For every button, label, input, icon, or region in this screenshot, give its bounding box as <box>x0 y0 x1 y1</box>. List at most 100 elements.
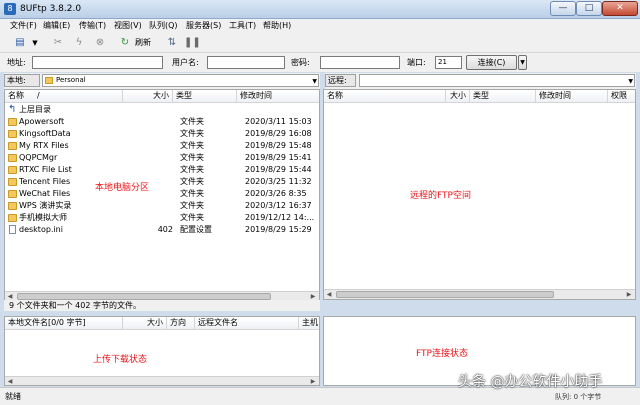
site-manager-icon[interactable]: ▤ <box>12 35 28 51</box>
chevron-down-icon[interactable]: ▼ <box>628 76 633 87</box>
remote-path-label: 远程: <box>325 74 356 87</box>
file-row[interactable]: Apowersoft 文件夹 2020/3/11 15:03 <box>5 116 319 128</box>
maximize-button[interactable]: □ <box>576 1 602 16</box>
ftp-log-annotation: FTP连接状态 <box>416 349 468 359</box>
remote-col-size[interactable]: 大小 <box>446 90 470 103</box>
file-type: 文件夹 <box>180 213 204 222</box>
local-path-input[interactable]: Personal ▼ <box>42 74 319 87</box>
toolbar: ▤ ▼ ✂ ϟ ⊗ ↻ 刷新 ⇅ ❚❚ <box>0 33 640 53</box>
file-row[interactable]: WPS 演讲实录 文件夹 2020/3/12 16:37 <box>5 200 319 212</box>
file-row[interactable]: QQPCMgr 文件夹 2019/8/29 15:41 <box>5 152 319 164</box>
minimize-button[interactable]: — <box>550 1 576 16</box>
file-type: 文件夹 <box>180 201 204 210</box>
file-modified: 2019/8/29 15:44 <box>245 165 312 174</box>
folder-icon <box>8 130 17 138</box>
window-title: 8UFtp 3.8.2.0 <box>20 4 82 14</box>
queue-col-remote[interactable]: 远程文件名 <box>195 317 299 330</box>
scroll-right-icon[interactable]: ▶ <box>624 290 634 299</box>
menu-server[interactable]: 服务器(S) <box>186 20 221 32</box>
remote-file-pane[interactable]: 名称 大小 类型 修改时间 权限 远程的FTP空间 ◀ ▶ <box>323 89 636 300</box>
menu-help[interactable]: 帮助(H) <box>263 20 291 32</box>
file-type: 配置设置 <box>180 225 212 234</box>
queue-pane[interactable]: 本地文件名[0/0 字节] 大小 方向 远程文件名 主机 上传下载状态 ◀ ▶ <box>4 316 320 386</box>
scroll-left-icon[interactable]: ◀ <box>5 377 15 385</box>
file-row[interactable]: RTXC File List 文件夹 2019/8/29 15:44 <box>5 164 319 176</box>
close-button[interactable]: ✕ <box>602 1 638 16</box>
refresh-button[interactable]: 刷新 <box>133 35 153 51</box>
menu-transfer[interactable]: 传输(T) <box>79 20 106 32</box>
pause-icon[interactable]: ❚❚ <box>184 35 201 51</box>
folder-icon <box>8 118 17 126</box>
connect-button[interactable]: 连接(C) <box>466 55 517 70</box>
remote-col-modified[interactable]: 修改时间 <box>536 90 608 103</box>
disconnect-icon[interactable]: ✂ <box>50 35 66 51</box>
password-input[interactable] <box>320 56 400 69</box>
remote-hscrollbar[interactable]: ◀ ▶ <box>324 289 635 299</box>
file-row[interactable]: Tencent Files 文件夹 2020/3/25 11:32 <box>5 176 319 188</box>
remote-col-name[interactable]: 名称 <box>324 90 446 103</box>
address-label: 地址: <box>7 58 26 67</box>
file-icon <box>9 225 16 234</box>
file-row[interactable]: My RTX Files 文件夹 2019/8/29 15:48 <box>5 140 319 152</box>
local-path-bar: 本地: Personal ▼ <box>4 73 320 89</box>
folder-icon <box>45 76 53 84</box>
remote-path-input[interactable]: ▼ <box>359 74 635 87</box>
file-modified: 2020/3/12 16:37 <box>245 201 312 210</box>
folder-icon <box>8 154 17 162</box>
file-modified: 2019/12/12 14:... <box>245 213 315 222</box>
stop-icon[interactable]: ⊗ <box>92 35 108 51</box>
address-input[interactable] <box>32 56 163 69</box>
scroll-thumb[interactable] <box>336 291 554 298</box>
file-name: WeChat Files <box>19 189 71 198</box>
connect-dropdown-icon[interactable]: ▼ <box>518 55 527 70</box>
menu-tools[interactable]: 工具(T) <box>229 20 256 32</box>
col-size[interactable]: 大小 <box>123 90 173 103</box>
chevron-down-icon[interactable]: ▼ <box>312 76 317 87</box>
file-modified: 2019/8/29 15:29 <box>245 225 312 234</box>
file-row[interactable]: WeChat Files 文件夹 2020/3/26 8:35 <box>5 188 319 200</box>
folder-icon <box>8 178 17 186</box>
col-name[interactable]: 名称 / <box>5 90 123 103</box>
lightning-icon[interactable]: ϟ <box>71 35 87 51</box>
file-name: Apowersoft <box>19 117 65 126</box>
menu-queue[interactable]: 队列(Q) <box>149 20 178 32</box>
queue-hscrollbar[interactable]: ◀ ▶ <box>5 376 319 385</box>
col-modified[interactable]: 修改时间 <box>237 90 319 103</box>
menu-file[interactable]: 文件(F) <box>10 20 37 32</box>
file-name: desktop.ini <box>19 225 63 234</box>
port-input[interactable]: 21 <box>435 56 462 69</box>
remote-col-perm[interactable]: 权限 <box>608 90 635 103</box>
scroll-thumb[interactable] <box>17 293 271 300</box>
file-modified: 2020/3/25 11:32 <box>245 177 312 186</box>
file-type: 文件夹 <box>180 117 204 126</box>
scroll-left-icon[interactable]: ◀ <box>324 290 334 299</box>
menu-view[interactable]: 视图(V) <box>114 20 142 32</box>
queue-col-size[interactable]: 大小 <box>123 317 167 330</box>
file-name: My RTX Files <box>19 141 69 150</box>
local-status: 9 个文件夹和一个 402 字节的文件。 <box>4 300 320 311</box>
refresh-icon[interactable]: ↻ <box>118 35 132 51</box>
file-name: QQPCMgr <box>19 153 58 162</box>
transfer-icon[interactable]: ⇅ <box>164 35 180 51</box>
file-row[interactable]: 手机模拟大师 文件夹 2019/12/12 14:... <box>5 212 319 224</box>
scroll-right-icon[interactable]: ▶ <box>308 377 318 385</box>
file-type: 文件夹 <box>180 177 204 186</box>
file-row[interactable]: desktop.ini 402 配置设置 2019/8/29 15:29 <box>5 224 319 236</box>
queue-col-host[interactable]: 主机 <box>299 317 319 330</box>
menu-edit[interactable]: 编辑(E) <box>43 20 70 32</box>
col-type[interactable]: 类型 <box>173 90 237 103</box>
queue-col-local[interactable]: 本地文件名[0/0 字节] <box>5 317 123 330</box>
username-input[interactable] <box>207 56 285 69</box>
local-path-label: 本地: <box>4 74 40 87</box>
file-name: Tencent Files <box>19 177 71 186</box>
remote-col-type[interactable]: 类型 <box>470 90 536 103</box>
queue-col-direction[interactable]: 方向 <box>167 317 195 330</box>
parent-dir-row[interactable]: ↰ 上层目录 <box>5 104 319 116</box>
remote-annotation: 远程的FTP空间 <box>410 191 471 201</box>
file-type: 文件夹 <box>180 189 204 198</box>
chevron-down-icon[interactable]: ▼ <box>30 35 40 51</box>
file-type: 文件夹 <box>180 153 204 162</box>
watermark: 头条 @办公软件小助手 <box>458 374 603 390</box>
file-row[interactable]: KingsoftData 文件夹 2019/8/29 16:08 <box>5 128 319 140</box>
local-file-pane[interactable]: 名称 / 大小 类型 修改时间 ↰ 上层目录 Apowersoft 文件夹 2020/… <box>4 89 320 302</box>
